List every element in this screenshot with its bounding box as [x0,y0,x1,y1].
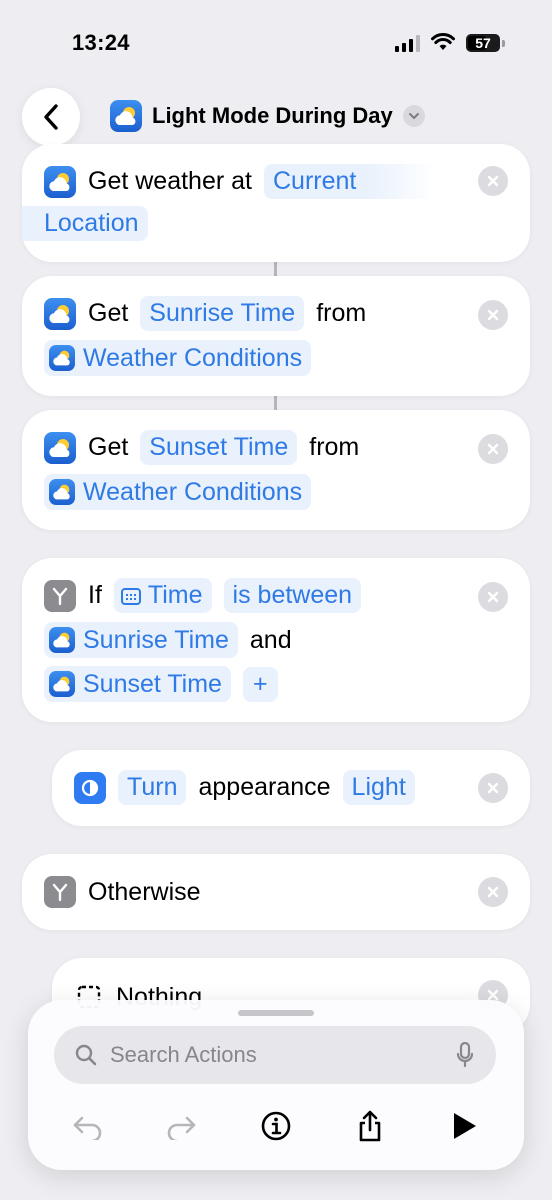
share-icon [359,1110,381,1142]
weather-icon [44,165,76,198]
close-icon [487,886,499,898]
weather-icon [49,627,75,653]
weather-conditions-token[interactable]: Weather Conditions [44,340,312,376]
weather-icon [49,479,75,505]
action-get-sunset[interactable]: Get Sunset Time from Weather Conditions [22,410,530,530]
token-label: Sunset Time [149,433,289,461]
search-icon [75,1044,97,1066]
turn-token[interactable]: Turn [118,770,187,805]
sunrise-time-token[interactable]: Sunrise Time [140,296,305,331]
remove-action-button[interactable] [478,773,508,803]
close-icon [487,782,499,794]
condition-token[interactable]: is between [223,578,362,613]
location-token-line1: Current [272,167,357,195]
weather-icon [44,431,76,464]
remove-action-button[interactable] [478,166,508,196]
action-otherwise[interactable]: Otherwise [22,854,530,930]
play-icon [454,1113,476,1139]
run-shortcut-button[interactable] [446,1108,482,1144]
chevron-left-icon [44,104,58,130]
remove-action-button[interactable] [478,300,508,330]
token-label: Turn [127,773,178,801]
back-button[interactable] [22,88,80,146]
battery-icon: 57 [466,34,500,52]
redo-button[interactable] [163,1108,199,1144]
location-token-line2: Location [44,209,139,237]
chevron-down-icon [402,105,425,127]
action-if[interactable]: If Time is between Sunrise Time and Suns… [22,558,530,722]
if-keyword: If [88,581,102,609]
battery-level: 57 [475,35,491,51]
token-label: Sunrise Time [149,299,296,327]
action-text: Get weather at [88,167,252,195]
close-icon [487,591,499,603]
wifi-icon [431,33,455,50]
action-text-from: from [309,433,360,461]
token-label: Time [147,581,203,609]
action-text-get: Get [88,299,129,327]
microphone-icon[interactable] [456,1042,474,1068]
close-icon [487,309,499,321]
time-variable-token[interactable]: Time [113,578,212,613]
action-set-appearance[interactable]: Turn appearance Light [52,750,530,826]
remove-action-button[interactable] [478,582,508,612]
sunset-time-token[interactable]: Sunset Time [44,666,231,702]
redo-icon [167,1116,196,1140]
token-label: Weather Conditions [83,343,303,372]
info-icon [261,1111,291,1141]
editor-toolbar [28,1102,524,1146]
action-text-get: Get [88,433,129,461]
token-label: is between [232,581,353,609]
calendar-icon [120,587,141,605]
undo-icon [73,1116,102,1140]
token-label: Light [351,773,406,801]
branch-icon [44,579,76,612]
close-icon [487,175,499,187]
status-time: 13:24 [72,30,130,55]
otherwise-keyword: Otherwise [88,877,201,906]
weather-conditions-token[interactable]: Weather Conditions [44,474,312,510]
status-bar: 13:24 57 [0,0,552,80]
search-actions-field[interactable]: Search Actions [54,1026,496,1084]
location-token-continued[interactable]: Location [22,206,148,241]
weather-icon [44,297,76,330]
appearance-icon [74,771,106,804]
action-connector [274,262,277,276]
token-label: Sunrise Time [83,625,229,654]
token-label: Weather Conditions [83,477,303,506]
search-placeholder: Search Actions [110,1042,257,1067]
location-token[interactable]: Current [263,164,437,199]
action-search-sheet: Search Actions [28,1000,524,1170]
action-get-weather[interactable]: Get weather at Current Location [22,144,530,262]
branch-icon [44,876,76,908]
action-connector [274,396,277,410]
remove-action-button[interactable] [478,434,508,464]
close-icon [487,443,499,455]
shortcut-title-menu[interactable]: Light Mode During Day [110,98,425,134]
action-text-from: from [316,299,367,327]
share-button[interactable] [352,1108,388,1144]
battery-cap [502,40,505,47]
shortcut-title: Light Mode During Day [152,103,393,128]
weather-icon [49,345,75,371]
sunset-time-token[interactable]: Sunset Time [140,430,298,465]
plus-icon: + [252,669,268,698]
cellular-signal-icon [395,34,420,52]
sheet-grabber[interactable] [238,1010,314,1016]
token-label: Sunset Time [83,669,222,698]
info-button[interactable] [258,1108,294,1144]
add-condition-button[interactable]: + [242,666,278,702]
undo-button[interactable] [70,1108,106,1144]
remove-action-button[interactable] [478,877,508,907]
and-keyword: and [249,625,292,654]
weather-icon [49,671,75,697]
action-get-sunrise[interactable]: Get Sunrise Time from Weather Conditions [22,276,530,396]
weather-icon [110,100,142,132]
action-text: appearance [198,773,331,801]
light-mode-token[interactable]: Light [342,770,415,805]
sunrise-time-token[interactable]: Sunrise Time [44,622,238,658]
